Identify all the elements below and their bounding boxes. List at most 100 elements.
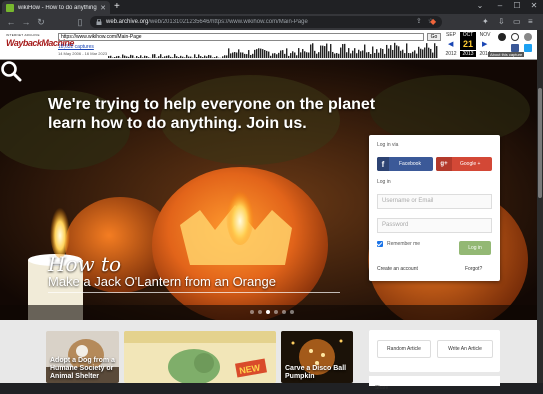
capture-bar xyxy=(224,55,225,58)
search-icon[interactable] xyxy=(0,60,22,82)
capture-bar xyxy=(186,55,187,58)
capture-bar xyxy=(290,53,291,58)
back-icon[interactable]: ← xyxy=(5,16,17,28)
remember-checkbox[interactable] xyxy=(377,241,383,247)
write-article-button[interactable]: Write An Article xyxy=(437,340,493,358)
minimize-button[interactable]: – xyxy=(493,0,507,12)
capture-bar xyxy=(310,44,311,58)
capture-bar xyxy=(382,49,383,58)
capture-bar xyxy=(228,48,229,58)
actions-box: Random Article Write An Article xyxy=(369,330,500,372)
capture-bar xyxy=(210,55,211,58)
about-capture-link[interactable]: About this capture xyxy=(488,52,524,57)
share-icon[interactable]: ⇪ xyxy=(416,17,422,27)
tab-close-icon[interactable]: ✕ xyxy=(100,4,106,12)
tab-search-icon[interactable]: ⌄ xyxy=(473,0,487,12)
capture-bar xyxy=(178,57,179,58)
article-card[interactable]: Carve a Disco Ball Pumpkin xyxy=(281,331,353,383)
featured-article-title[interactable]: Make a Jack O'Lantern from an Orange xyxy=(48,274,276,289)
username-field[interactable]: Username or Email xyxy=(377,194,492,209)
capture-bar xyxy=(368,52,369,58)
prev-capture-icon[interactable]: ◀ xyxy=(448,40,453,48)
google-plus-icon: g+ xyxy=(436,157,452,171)
user-icon[interactable] xyxy=(498,33,506,41)
password-field[interactable]: Password xyxy=(377,218,492,233)
forward-icon[interactable]: → xyxy=(20,16,32,28)
wayback-go-button[interactable]: Go xyxy=(427,33,441,41)
capture-bar xyxy=(330,44,331,58)
capture-bar xyxy=(222,56,223,58)
facebook-login-button[interactable]: f Facebook xyxy=(377,157,433,171)
article-card[interactable]: Adopt a Dog from a Humane Society or Ani… xyxy=(46,331,119,383)
facebook-share-icon[interactable] xyxy=(511,44,519,52)
capture-bar xyxy=(414,50,415,58)
capture-bar xyxy=(360,51,361,58)
scroll-thumb[interactable] xyxy=(538,88,542,198)
wayback-url-input[interactable]: https://www.wikihow.com/Main-Page xyxy=(58,33,424,41)
capture-bar xyxy=(244,54,245,58)
capture-bar xyxy=(168,55,169,58)
carousel-dot[interactable] xyxy=(258,310,262,314)
capture-bar xyxy=(116,56,117,58)
google-login-button[interactable]: g+ Google + xyxy=(436,157,492,171)
month-prev[interactable]: SEP xyxy=(443,32,459,38)
log-in-via-label: Log in via xyxy=(377,142,398,148)
twitter-share-icon[interactable] xyxy=(524,44,532,52)
capture-bar xyxy=(304,51,305,58)
capture-bar xyxy=(354,48,355,58)
capture-bar xyxy=(350,53,351,58)
capture-bar xyxy=(316,54,317,58)
facebook-label: Facebook xyxy=(399,161,421,167)
captures-link[interactable]: 18,632 captures xyxy=(58,44,94,50)
page-scrollbar[interactable] xyxy=(537,30,543,383)
capture-sparkline[interactable] xyxy=(108,42,438,58)
extensions-icon[interactable]: ✦ xyxy=(482,17,489,27)
capture-bar xyxy=(308,52,309,58)
capture-bar xyxy=(312,43,313,58)
capture-bar xyxy=(250,55,251,58)
address-bar[interactable]: web.archive.org /web/20131021235646/http… xyxy=(90,16,442,28)
reload-icon[interactable]: ↻ xyxy=(35,16,47,28)
close-banner-icon[interactable] xyxy=(524,33,532,41)
maximize-button[interactable]: ☐ xyxy=(510,0,524,12)
capture-bar xyxy=(176,56,177,58)
forgot-link[interactable]: Forgot? xyxy=(465,266,482,272)
remember-me[interactable]: Remember me xyxy=(377,241,420,247)
close-window-button[interactable]: ✕ xyxy=(527,0,541,12)
downloads-icon[interactable]: ⇩ xyxy=(498,17,505,27)
year-prev[interactable]: 2012 xyxy=(443,51,459,57)
capture-bar xyxy=(408,53,409,58)
carousel-dot[interactable] xyxy=(290,310,294,314)
capture-bar xyxy=(286,48,287,58)
new-tab-button[interactable]: + xyxy=(114,1,120,13)
capture-bar xyxy=(370,54,371,58)
browser-tab[interactable]: wikiHow - How to do anything ✕ xyxy=(2,1,110,14)
capture-bar xyxy=(270,56,271,58)
capture-bar xyxy=(320,46,321,58)
login-button[interactable]: Log in xyxy=(459,241,491,255)
create-account-link[interactable]: Create an account xyxy=(377,266,418,272)
capture-bar xyxy=(402,50,403,58)
capture-bar xyxy=(396,45,397,58)
capture-bar xyxy=(204,56,205,58)
help-icon[interactable] xyxy=(511,33,519,41)
carousel-dot[interactable] xyxy=(274,310,278,314)
sidebar-icon[interactable]: ▭ xyxy=(513,17,521,27)
wayback-toolbar: INTERNET ARCHIVE WaybackMachine https://… xyxy=(0,30,537,60)
carousel-dot[interactable] xyxy=(282,310,286,314)
article-card[interactable]: NEW xyxy=(124,331,276,383)
menu-icon[interactable]: ≡ xyxy=(528,17,533,27)
brave-shield-icon[interactable]: ◆ xyxy=(430,17,436,27)
next-capture-icon[interactable]: ▶ xyxy=(482,40,487,48)
capture-bar xyxy=(256,49,257,58)
wikihow-favicon-icon xyxy=(6,4,14,12)
bookmark-icon[interactable]: ▯ xyxy=(74,16,86,28)
carousel-dot[interactable] xyxy=(266,310,270,314)
capture-bar xyxy=(338,54,339,58)
capture-bar xyxy=(172,57,173,58)
random-article-button[interactable]: Random Article xyxy=(377,340,431,358)
month-next[interactable]: NOV xyxy=(477,32,493,38)
carousel-dot[interactable] xyxy=(250,310,254,314)
wayback-logo-main: WaybackMachine xyxy=(6,37,54,49)
wayback-logo[interactable]: INTERNET ARCHIVE WaybackMachine xyxy=(6,33,54,55)
